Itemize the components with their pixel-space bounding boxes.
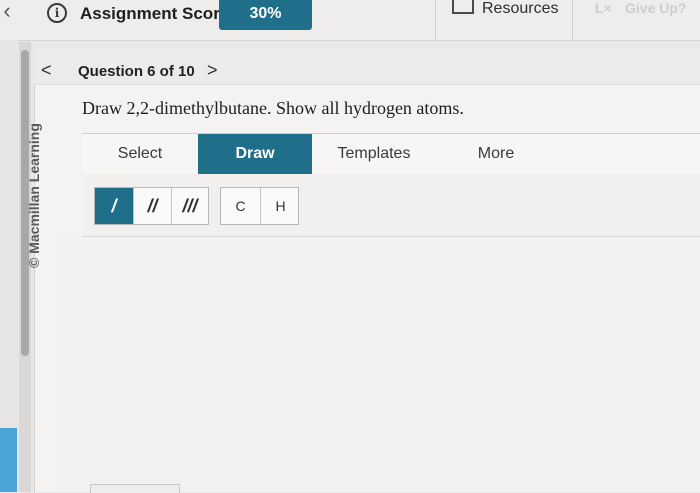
drawing-canvas[interactable] [58,237,700,492]
editor-toolbar: Select Draw Templates More [82,133,700,175]
hydrogen-atom-button[interactable]: H [260,188,300,224]
resources-label: Resources [482,0,559,17]
tab-select[interactable]: Select [82,134,198,174]
tab-more[interactable]: More [436,134,556,174]
side-strip [0,40,18,492]
carbon-atom-button[interactable]: C [221,188,260,224]
score-badge: 30% [219,0,312,30]
side-accent-tab[interactable] [0,428,17,492]
atom-tools-group: C H [220,187,299,225]
give-up-button[interactable]: L× Give Up? [593,0,700,40]
single-bond-button[interactable]: / [95,188,133,224]
give-up-icon: L× [595,0,612,16]
next-question-icon[interactable]: > [207,61,218,79]
resources-icon [452,0,474,14]
tab-templates[interactable]: Templates [312,134,436,174]
macmillan-watermark: © Macmillan Learning [26,123,42,268]
info-icon[interactable]: i [47,3,67,23]
bond-tools-group: / // /// [94,187,209,225]
triple-bond-button[interactable]: /// [171,188,208,224]
assignment-score-label: Assignment Score: [80,4,235,23]
back-chevron-icon[interactable]: ‹ [0,0,14,26]
give-up-label: Give Up? [625,0,687,16]
resources-button[interactable]: Resources [435,0,573,40]
previous-question-icon[interactable]: < [41,61,52,79]
tab-draw[interactable]: Draw [198,134,312,174]
double-bond-button[interactable]: // [133,188,171,224]
top-bar: ‹ i Assignment Score: 30% Resources L× G… [0,0,700,41]
question-prompt: Draw 2,2-dimethylbutane. Show all hydrog… [82,98,464,118]
question-counter: Question 6 of 10 [78,63,195,80]
